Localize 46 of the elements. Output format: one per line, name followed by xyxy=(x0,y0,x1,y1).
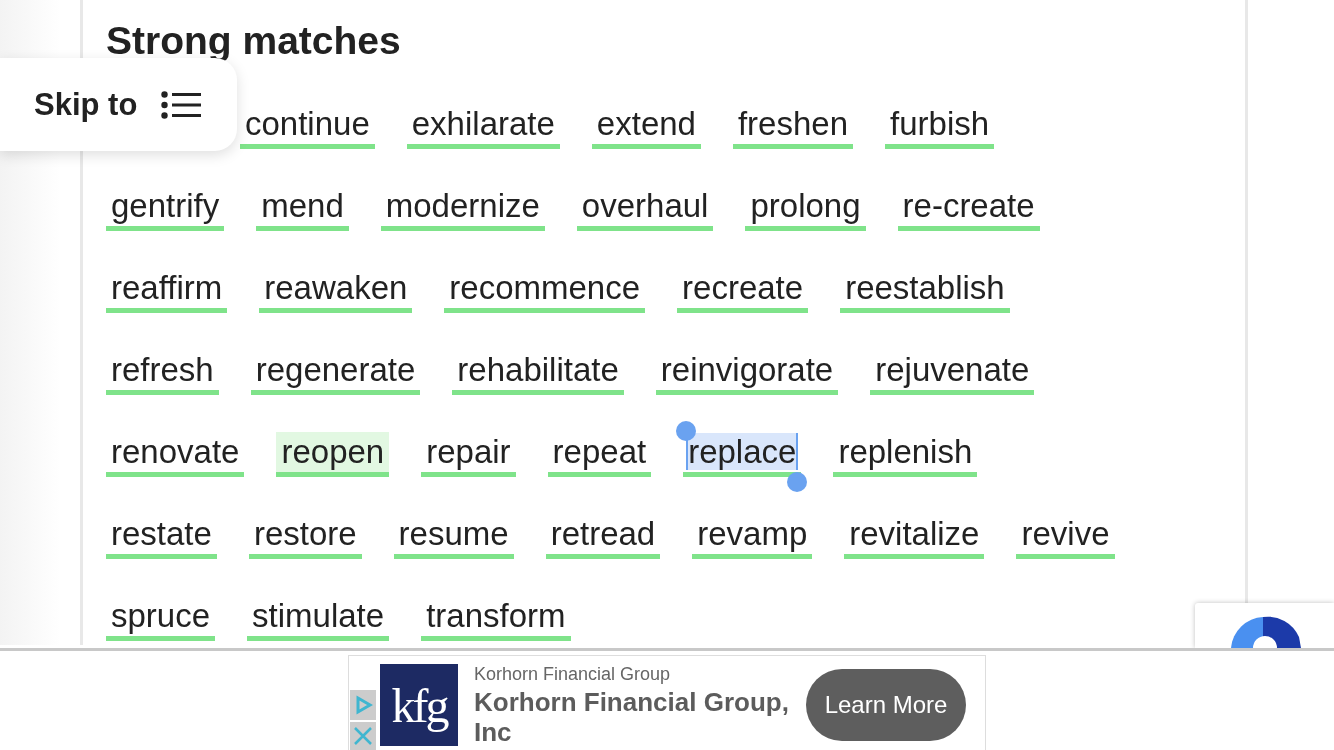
learn-more-button[interactable]: Learn More xyxy=(806,669,966,741)
word-link[interactable]: overhaul xyxy=(576,186,714,231)
word-link[interactable]: rehabilitate xyxy=(452,350,624,395)
word-link[interactable]: extend xyxy=(591,104,701,149)
word-link[interactable]: retread xyxy=(545,514,661,559)
word-link[interactable]: repair xyxy=(421,432,516,477)
ad-banner[interactable]: kfg Korhorn Financial Group Korhorn Financial Group, Inc Learn More xyxy=(348,655,986,750)
word-link[interactable]: mend xyxy=(256,186,349,231)
word-link[interactable]: replenish xyxy=(833,432,978,477)
close-icon[interactable] xyxy=(350,722,376,750)
word-link[interactable]: transform xyxy=(421,596,571,641)
word-link[interactable]: re-create xyxy=(897,186,1040,231)
word-link[interactable]: modernize xyxy=(380,186,545,231)
word-link[interactable]: revitalize xyxy=(844,514,985,559)
selection-handle[interactable] xyxy=(676,421,697,441)
word-link[interactable]: reopen xyxy=(276,432,390,477)
word-link[interactable]: reaffirm xyxy=(106,268,228,313)
word-link[interactable]: recommence xyxy=(444,268,646,313)
word-link[interactable]: regenerate xyxy=(250,350,421,395)
selection-handle[interactable] xyxy=(787,472,808,492)
word-link[interactable]: renovate xyxy=(106,432,245,477)
word-link[interactable]: reinvigorate xyxy=(655,350,839,395)
word-link[interactable]: reestablish xyxy=(840,268,1010,313)
company-logo: kfg xyxy=(380,664,458,746)
word-link[interactable]: spruce xyxy=(106,596,216,641)
ad-choices-icon[interactable] xyxy=(350,690,376,720)
word-link[interactable]: refresh xyxy=(106,350,219,395)
word-link[interactable]: continue xyxy=(240,104,375,149)
word-link[interactable]: revamp xyxy=(692,514,813,559)
word-link[interactable]: gentrify xyxy=(106,186,225,231)
word-link[interactable]: furbish xyxy=(885,104,995,149)
word-link[interactable]: resume xyxy=(393,514,514,559)
word-link[interactable]: recreate xyxy=(677,268,809,313)
word-link[interactable]: restate xyxy=(106,514,217,559)
word-link[interactable]: restore xyxy=(248,514,362,559)
word-link[interactable]: repeat xyxy=(547,432,652,477)
word-link[interactable]: stimulate xyxy=(247,596,390,641)
word-link[interactable]: prolong xyxy=(745,186,866,231)
ad-headline[interactable]: Korhorn Financial Group, Inc xyxy=(474,686,792,747)
advertiser-name: Korhorn Financial Group xyxy=(474,663,672,685)
word-link[interactable]: exhilarate xyxy=(406,104,560,149)
word-link[interactable]: rejuvenate xyxy=(870,350,1035,395)
word-link[interactable]: freshen xyxy=(732,104,854,149)
word-link[interactable]: revive xyxy=(1016,514,1115,559)
word-link[interactable]: reawaken xyxy=(259,268,413,313)
list-icon xyxy=(161,90,202,119)
